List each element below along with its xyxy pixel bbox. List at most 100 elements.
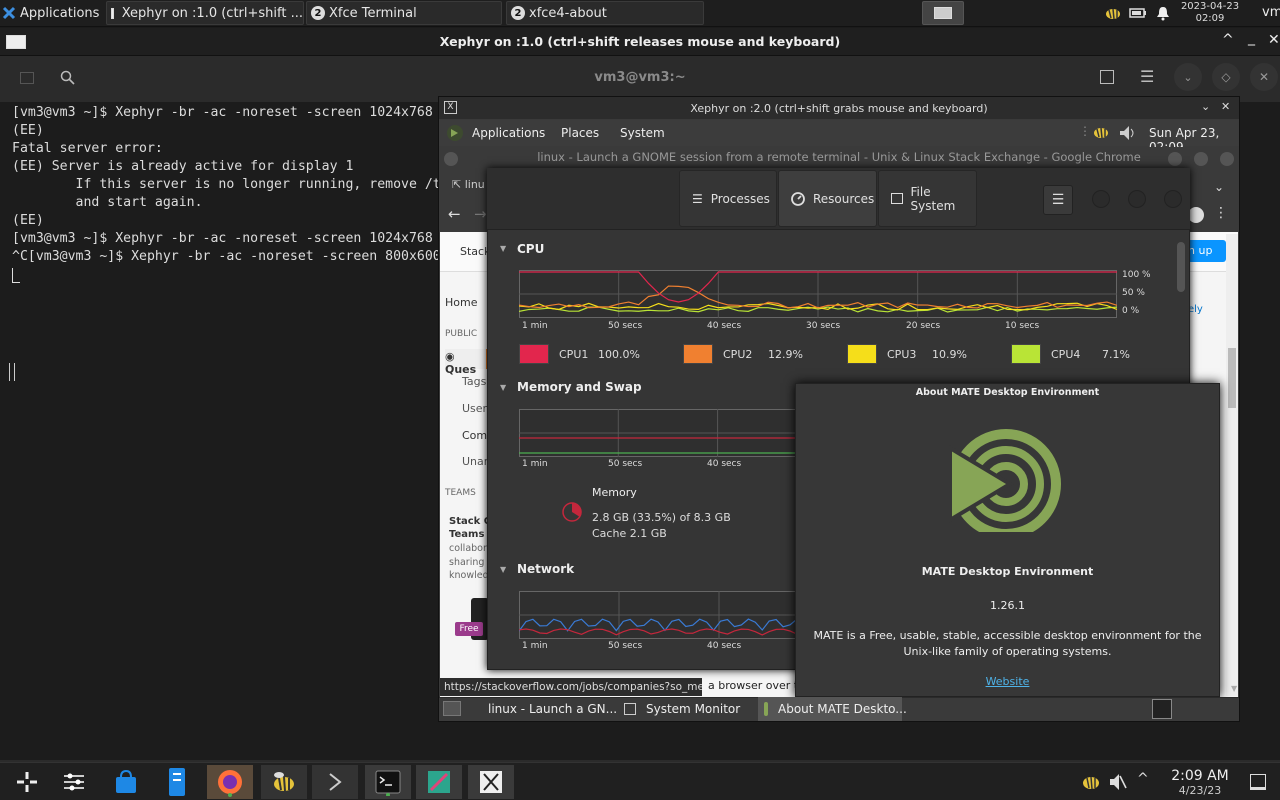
free-badge[interactable]: Free	[455, 622, 483, 636]
so-logo-text[interactable]: Stack	[460, 245, 490, 258]
back-arrow-icon[interactable]: ←	[448, 205, 461, 223]
profile-avatar-icon[interactable]	[1188, 207, 1204, 223]
cpu3-color-swatch[interactable]	[847, 344, 877, 364]
store-bag-icon[interactable]	[107, 765, 145, 799]
task-xfce4-about[interactable]: 2 xfce4-about	[506, 1, 704, 25]
show-desktop-button[interactable]	[922, 1, 964, 25]
chrome-scrollbar[interactable]	[1226, 234, 1238, 696]
chrome-minimize-button[interactable]	[1168, 152, 1182, 166]
scrollbar-thumb[interactable]	[1228, 348, 1236, 408]
tab-file-system[interactable]: File System	[878, 170, 977, 227]
chrome-close-button[interactable]	[1220, 152, 1234, 166]
collapse-arrow-icon[interactable]: ▼	[500, 244, 506, 253]
cpu-section-title[interactable]: CPU	[517, 242, 544, 256]
settings-sliders-icon[interactable]	[55, 765, 93, 799]
show-desktop-icon[interactable]	[443, 701, 461, 716]
terminal-app-icon[interactable]	[365, 765, 411, 799]
collapse-arrow-icon[interactable]: ▼	[500, 383, 506, 392]
user-menu[interactable]: vm3	[1262, 5, 1280, 20]
so-right-link[interactable]: ely	[1188, 304, 1203, 315]
collapse-arrow-icon[interactable]: ▼	[500, 565, 506, 574]
chrome-tab[interactable]: ⇱ linu	[452, 178, 488, 196]
notification-bell-icon[interactable]	[1155, 5, 1171, 21]
memory-label: Memory	[592, 486, 637, 499]
dock-clock[interactable]: 2:09 AM 4/23/23	[1158, 768, 1242, 797]
hamburger-menu-icon[interactable]: ☰	[1140, 67, 1154, 86]
status-bubble: https://stackoverflow.com/jobs/companies…	[440, 678, 702, 696]
xephyr1-titlebar[interactable]: Xephyr on :1.0 (ctrl+shift releases mous…	[0, 28, 1280, 56]
clock-time: 02:09	[1195, 13, 1225, 24]
sysmon-scrollbar[interactable]	[1177, 242, 1185, 292]
net-x-tick: 50 secs	[608, 641, 643, 651]
cpu1-color-swatch[interactable]	[519, 344, 549, 364]
memory-section-title[interactable]: Memory and Swap	[517, 380, 642, 394]
panel-clock[interactable]: 2023-04-23 02:09	[1180, 1, 1240, 25]
workspace-switcher[interactable]	[1152, 699, 1172, 719]
applications-menu-button[interactable]: Applications ⋮	[2, 0, 102, 26]
notification-center-icon[interactable]	[1250, 774, 1266, 790]
website-link[interactable]: Website	[796, 675, 1219, 688]
launcher-icon[interactable]	[8, 765, 46, 799]
chrome-maximize-button[interactable]	[1194, 152, 1208, 166]
tab-favicon-icon: ⇱	[452, 178, 465, 191]
taskbar-label: linux - Launch a GN...	[488, 702, 618, 716]
memory-used: 2.8 GB (33.5%) of 8.3 GB	[592, 511, 731, 524]
clock-date: 2023-04-23	[1180, 1, 1240, 12]
network-section-title[interactable]: Network	[517, 562, 574, 576]
taskbar-chrome[interactable]: linux - Launch a GN...	[474, 697, 617, 721]
hamburger-menu-icon[interactable]: ☰	[1043, 185, 1073, 215]
volume-muted-icon[interactable]	[1107, 772, 1127, 792]
tab-resources[interactable]: Resources	[778, 170, 877, 227]
task-xephyr1[interactable]: Xephyr on :1.0 (ctrl+shift ...	[106, 1, 304, 25]
chevron-up-icon[interactable]: ^	[1137, 771, 1149, 787]
maximize-button[interactable]	[1128, 190, 1146, 208]
xephyr2-titlebar[interactable]: X Xephyr on :2.0 (ctrl+shift grabs mouse…	[439, 97, 1239, 119]
close-button[interactable]	[1164, 190, 1182, 208]
drawing-app-icon[interactable]	[416, 765, 462, 799]
cpu-x-tick: 30 secs	[806, 321, 841, 331]
diamond-icon[interactable]: ◇	[1212, 63, 1240, 91]
bee-tray-icon[interactable]	[1103, 4, 1123, 22]
taskbar-system-monitor[interactable]: System Monitor	[616, 697, 754, 721]
so-nav-tags[interactable]: Tags	[462, 375, 486, 388]
terminal-close-icon[interactable]: ✕	[1250, 63, 1278, 91]
file-manager-icon[interactable]	[158, 765, 196, 799]
so-nav-questions[interactable]: ◉ Ques	[445, 349, 489, 376]
maximize-icon[interactable]: ^	[1222, 32, 1234, 48]
memory-pie-icon[interactable]	[560, 500, 584, 524]
chevron-down-icon[interactable]: ⌄	[1214, 180, 1224, 194]
forward-arrow-icon[interactable]: →	[474, 205, 487, 223]
chevron-down-icon[interactable]: ⌄	[1174, 63, 1202, 91]
terminal-chevron-icon[interactable]	[312, 765, 358, 799]
battery-icon[interactable]	[1129, 6, 1147, 20]
kebab-menu-icon[interactable]: ⋮	[1214, 205, 1228, 221]
minimize-button[interactable]	[1092, 190, 1110, 208]
chevron-down-icon[interactable]: ⌄	[1201, 100, 1210, 113]
scroll-down-arrow-icon[interactable]: ▼	[1231, 684, 1237, 693]
bee-tray-icon[interactable]	[1080, 772, 1102, 792]
close-icon[interactable]: ✕	[1268, 32, 1280, 48]
cpu4-color-swatch[interactable]	[1011, 344, 1041, 364]
so-nav-home[interactable]: Home	[445, 296, 477, 309]
tab-processes[interactable]: ☰ Processes	[679, 170, 777, 227]
minimize-icon[interactable]: _	[1248, 30, 1255, 46]
close-icon[interactable]: ✕	[1221, 100, 1230, 113]
panel-menu-system[interactable]: System	[620, 126, 665, 140]
task-xfce-terminal[interactable]: 2 Xfce Terminal	[306, 1, 502, 25]
bee-tray-icon[interactable]	[1091, 123, 1111, 141]
xephyr-app-icon[interactable]	[468, 765, 514, 799]
xephyr-app-icon[interactable]: X	[444, 101, 457, 114]
volume-icon[interactable]	[1117, 123, 1137, 143]
panel-menu-places[interactable]: Places	[561, 126, 599, 140]
firefox-icon[interactable]	[207, 765, 253, 799]
split-icon[interactable]	[1100, 70, 1114, 84]
taskbar-label: System Monitor	[646, 702, 741, 716]
cpu2-color-swatch[interactable]	[683, 344, 713, 364]
bee-app-icon[interactable]	[261, 765, 307, 799]
chrome-window-button[interactable]	[444, 152, 458, 166]
panel-menu-applications[interactable]: Applications	[472, 126, 545, 140]
mate-menu-icon[interactable]	[446, 124, 464, 142]
mate-small-icon	[764, 702, 768, 716]
about-version: 1.26.1	[990, 599, 1025, 612]
taskbar-about-mate[interactable]: About MATE Deskto...	[758, 697, 907, 721]
